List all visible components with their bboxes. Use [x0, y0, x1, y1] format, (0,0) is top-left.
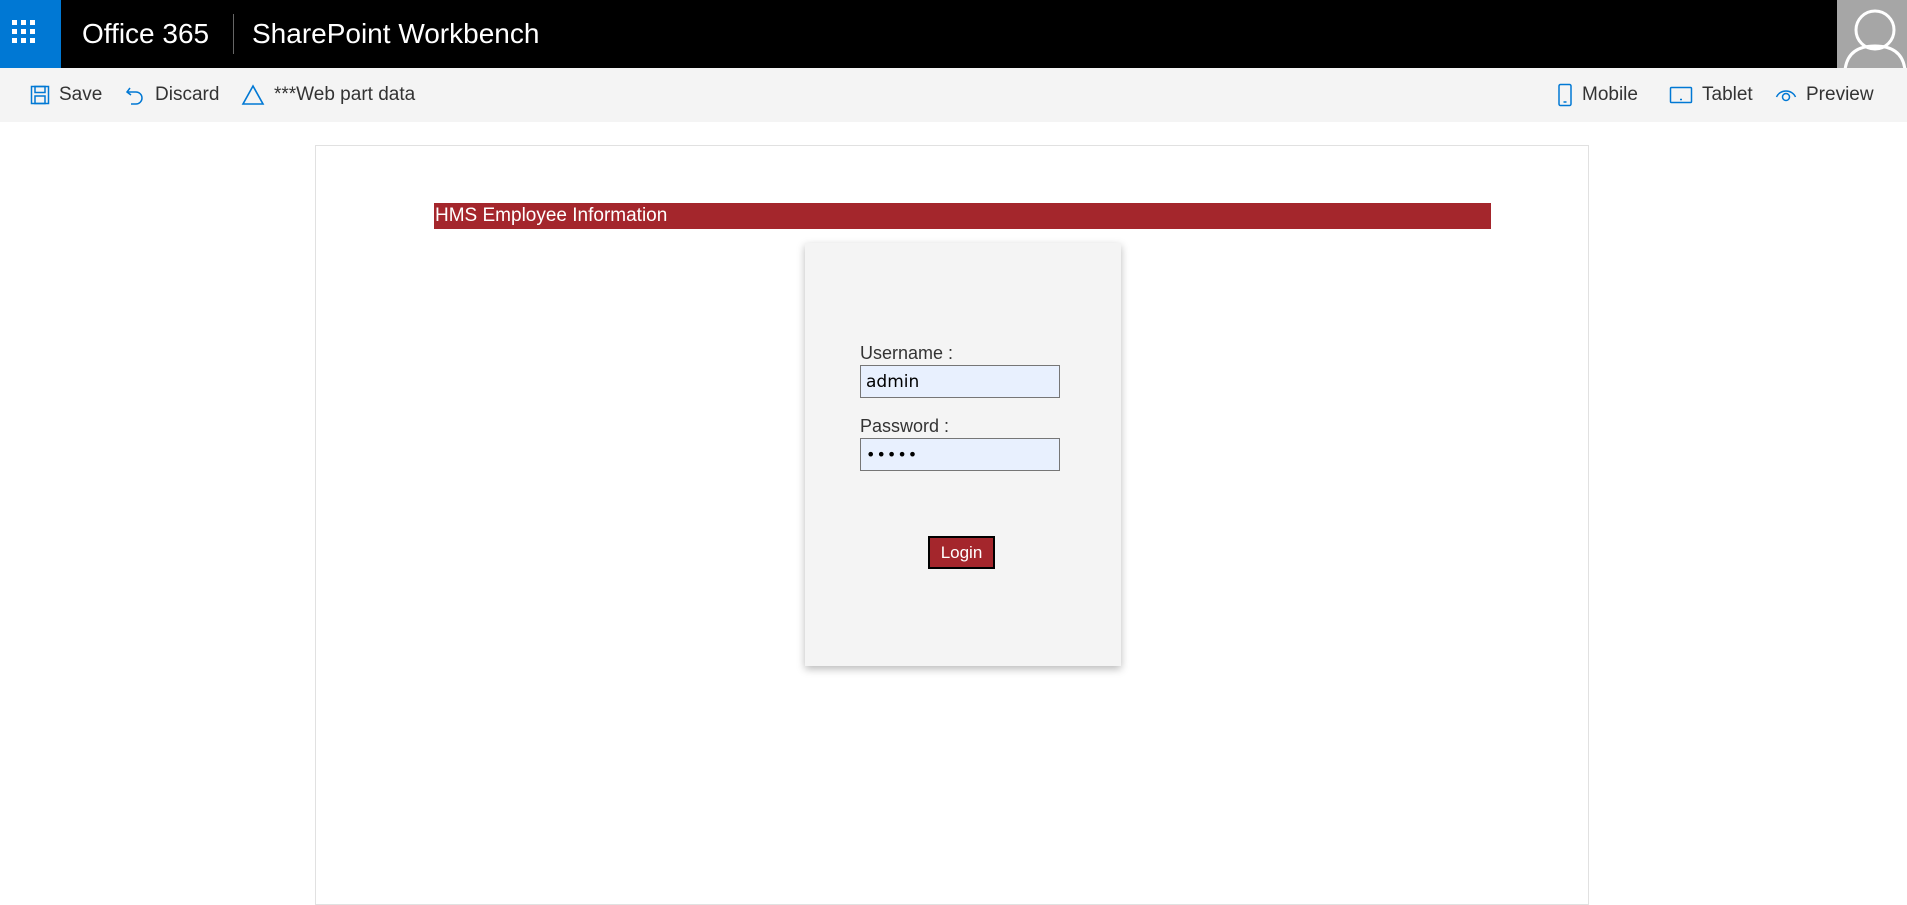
tablet-button[interactable]: Tablet: [1669, 68, 1753, 122]
discard-button[interactable]: Discard: [124, 68, 219, 122]
save-icon: [30, 85, 50, 105]
eye-icon: [1775, 86, 1797, 104]
triangle-icon: [241, 84, 265, 106]
app-launcher-icon[interactable]: [0, 0, 61, 68]
web-part-banner: HMS Employee Information: [434, 203, 1491, 229]
user-avatar-icon[interactable]: [1837, 0, 1907, 68]
brand-title[interactable]: Office 365: [82, 18, 209, 50]
suite-bar: Office 365 SharePoint Workbench: [0, 0, 1907, 68]
login-button[interactable]: Login: [928, 536, 995, 569]
login-card: Username : Password : Login: [805, 243, 1121, 666]
preview-button[interactable]: Preview: [1775, 68, 1874, 122]
username-input[interactable]: [860, 365, 1060, 398]
preview-label: Preview: [1806, 84, 1874, 105]
username-label: Username :: [860, 343, 954, 363]
mobile-label: Mobile: [1582, 84, 1638, 105]
discard-label: Discard: [155, 84, 220, 105]
undo-icon: [124, 84, 146, 106]
web-part-data-button[interactable]: ***Web part data: [241, 68, 415, 122]
password-label: Password :: [860, 416, 950, 436]
save-label: Save: [59, 84, 103, 105]
save-button[interactable]: Save: [30, 68, 102, 122]
mobile-button[interactable]: Mobile: [1557, 68, 1638, 122]
password-input[interactable]: [860, 438, 1060, 471]
brand-divider: [233, 14, 234, 54]
web-part-data-label: ***Web part data: [274, 84, 416, 105]
tablet-icon: [1669, 85, 1693, 105]
app-title: SharePoint Workbench: [252, 18, 540, 49]
tablet-label: Tablet: [1702, 84, 1753, 105]
mobile-icon: [1557, 83, 1573, 107]
command-bar: Save Discard ***Web part data Mobile Tab…: [0, 68, 1907, 122]
